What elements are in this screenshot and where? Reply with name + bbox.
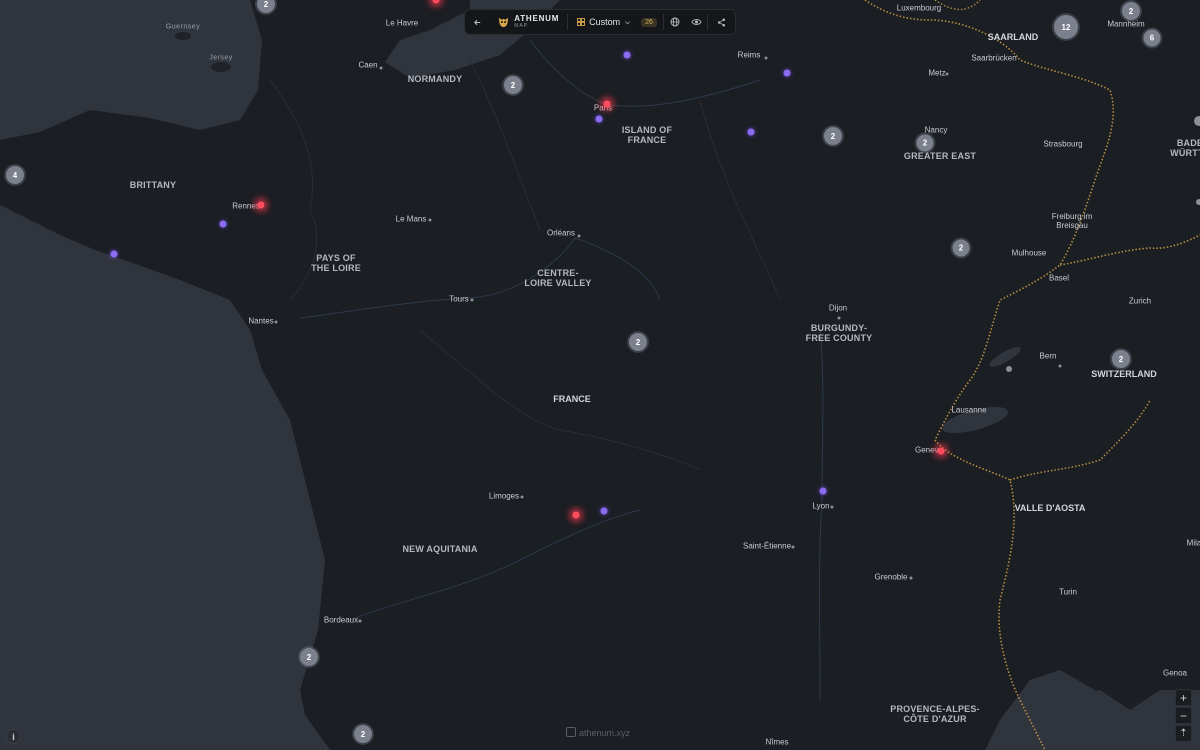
cluster-marker[interactable]: 2 xyxy=(952,239,970,257)
event-marker-purple[interactable] xyxy=(819,487,827,495)
event-marker-purple[interactable] xyxy=(110,250,118,258)
back-arrow-icon xyxy=(474,19,481,25)
layer-selector[interactable]: Custom 26 xyxy=(568,17,663,27)
cluster-marker[interactable]: 2 xyxy=(824,127,842,145)
city-dot xyxy=(791,545,795,549)
event-marker-grey[interactable] xyxy=(1006,366,1012,372)
cluster-marker[interactable]: 4 xyxy=(6,166,24,184)
city-dot xyxy=(358,619,362,623)
zoom-out-button[interactable]: − xyxy=(1175,707,1192,724)
city-dot xyxy=(470,298,474,302)
globe-button[interactable] xyxy=(664,17,686,27)
event-marker-red[interactable] xyxy=(257,201,265,209)
cluster-marker[interactable]: 6 xyxy=(1143,29,1161,47)
event-marker-purple[interactable] xyxy=(219,220,227,228)
city-dot xyxy=(909,576,913,580)
cluster-marker[interactable]: 2 xyxy=(916,134,934,152)
city-dot xyxy=(274,320,278,324)
city-dot xyxy=(764,56,768,60)
cluster-marker[interactable]: 2 xyxy=(1112,350,1130,368)
zoom-in-button[interactable]: + xyxy=(1175,689,1192,706)
owl-logo-icon xyxy=(499,17,509,27)
event-marker-purple[interactable] xyxy=(595,115,603,123)
map-canvas[interactable]: Guernsey Jersey Le Havre Rouen Caen Reim… xyxy=(0,0,1200,750)
city-dot xyxy=(837,316,841,320)
eye-icon xyxy=(691,19,702,25)
cluster-marker[interactable]: 2 xyxy=(300,648,318,666)
cluster-marker[interactable]: 2 xyxy=(629,333,647,351)
watermark-text: athenum.xyz xyxy=(579,728,631,738)
cluster-marker[interactable]: 12 xyxy=(1054,15,1078,39)
compass-button[interactable]: ⇡ xyxy=(1175,725,1192,742)
cluster-marker[interactable]: 2 xyxy=(1122,2,1140,20)
city-dot xyxy=(428,218,432,222)
brand: ATHENUM MAP xyxy=(490,15,567,29)
count-badge: 26 xyxy=(641,17,657,27)
grid-icon xyxy=(577,18,586,26)
city-dot xyxy=(945,72,949,76)
city-dot xyxy=(379,66,383,70)
watermark: athenum.xyz xyxy=(566,727,630,738)
event-marker-red[interactable] xyxy=(603,100,611,108)
back-button[interactable] xyxy=(465,18,490,27)
chevron-down-icon xyxy=(625,20,631,24)
city-dot xyxy=(520,495,524,499)
cluster-marker[interactable]: 2 xyxy=(354,725,372,743)
visibility-button[interactable] xyxy=(685,17,707,27)
cluster-marker[interactable]: 2 xyxy=(504,76,522,94)
cluster-marker-edge[interactable] xyxy=(1194,116,1200,126)
event-marker-grey[interactable] xyxy=(1196,199,1200,205)
brand-title: ATHENUM xyxy=(514,14,560,23)
city-dot xyxy=(577,234,581,238)
event-marker-purple[interactable] xyxy=(623,51,631,59)
map-toolbar: ATHENUM MAP Custom 26 xyxy=(464,9,736,35)
event-marker-purple[interactable] xyxy=(783,69,791,77)
event-marker-purple[interactable] xyxy=(747,128,755,136)
event-marker-red[interactable] xyxy=(572,511,580,519)
event-marker-red[interactable] xyxy=(937,447,945,455)
map-basemap xyxy=(0,0,1200,750)
event-marker-purple[interactable] xyxy=(600,507,608,515)
info-button[interactable]: i xyxy=(6,729,21,744)
owl-watermark-icon xyxy=(566,727,576,737)
city-dot xyxy=(1058,364,1062,368)
share-button[interactable] xyxy=(708,18,735,27)
city-dot xyxy=(830,505,834,509)
share-icon xyxy=(717,18,725,26)
globe-icon xyxy=(670,17,680,27)
brand-subtitle: MAP xyxy=(514,23,529,29)
layer-selector-label: Custom xyxy=(589,17,621,27)
